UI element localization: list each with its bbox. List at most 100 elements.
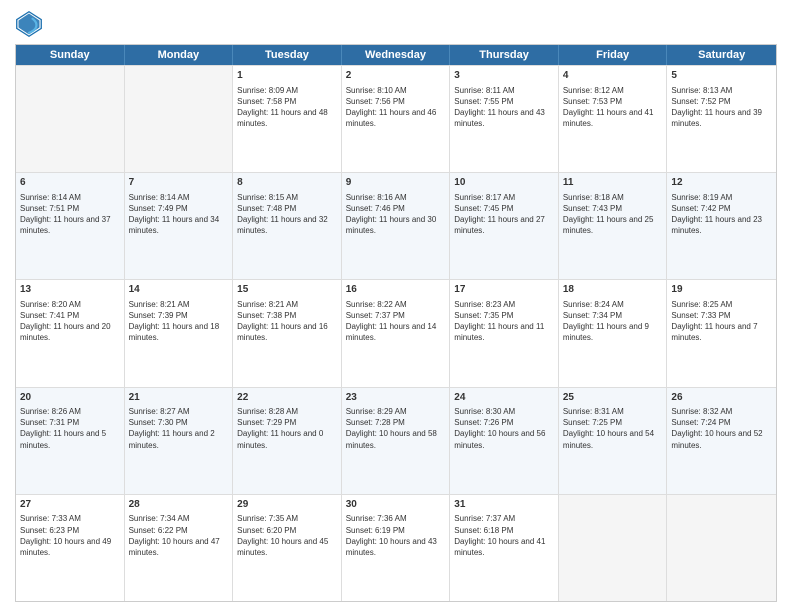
day-info: Sunrise: 8:32 AM Sunset: 7:24 PM Dayligh… [671,406,772,451]
day-cell-2: 2 Sunrise: 8:10 AM Sunset: 7:56 PM Daylig… [342,66,451,172]
day-cell-3: 3 Sunrise: 8:11 AM Sunset: 7:55 PM Daylig… [450,66,559,172]
day-number: 27 [20,498,120,512]
day-cell-29: 29Sunrise: 7:35 AM Sunset: 6:20 PM Dayli… [233,495,342,601]
day-info: Sunrise: 8:26 AM Sunset: 7:31 PM Dayligh… [20,406,120,451]
day-number: 29 [237,498,337,512]
header-day-saturday: Saturday [667,45,776,65]
day-cell-24: 24Sunrise: 8:30 AM Sunset: 7:26 PM Dayli… [450,388,559,494]
day-number: 21 [129,391,229,405]
day-info: Sunrise: 8:25 AM Sunset: 7:33 PM Dayligh… [671,299,772,344]
calendar-row-2: 13Sunrise: 8:20 AM Sunset: 7:41 PM Dayli… [16,279,776,386]
day-number: 24 [454,391,554,405]
day-cell-22: 22Sunrise: 8:28 AM Sunset: 7:29 PM Dayli… [233,388,342,494]
day-info: Sunrise: 8:16 AM Sunset: 7:46 PM Dayligh… [346,192,446,237]
header-day-wednesday: Wednesday [342,45,451,65]
day-cell-7: 7 Sunrise: 8:14 AM Sunset: 7:49 PM Daylig… [125,173,234,279]
day-cell-14: 14 Sunrise: 8:21 AM Sunset: 7:39 PM Dayli… [125,280,234,386]
day-info: Sunrise: 8:19 AM Sunset: 7:42 PM Dayligh… [671,192,772,237]
day-cell-9: 9 Sunrise: 8:16 AM Sunset: 7:46 PM Daylig… [342,173,451,279]
day-cell-30: 30Sunrise: 7:36 AM Sunset: 6:19 PM Dayli… [342,495,451,601]
day-info: Sunrise: 8:22 AM Sunset: 7:37 PM Dayligh… [346,299,446,344]
day-number: 9 [346,176,446,190]
day-number: 3 [454,69,554,83]
day-info: Sunrise: 7:35 AM Sunset: 6:20 PM Dayligh… [237,513,337,558]
day-info: Sunrise: 8:31 AM Sunset: 7:25 PM Dayligh… [563,406,663,451]
day-number: 7 [129,176,229,190]
day-number: 1 [237,69,337,83]
empty-cell [559,495,668,601]
header [15,10,777,38]
day-info: Sunrise: 8:21 AM Sunset: 7:39 PM Dayligh… [129,299,229,344]
day-cell-25: 25Sunrise: 8:31 AM Sunset: 7:25 PM Dayli… [559,388,668,494]
logo [15,10,47,38]
day-info: Sunrise: 8:17 AM Sunset: 7:45 PM Dayligh… [454,192,554,237]
page: SundayMondayTuesdayWednesdayThursdayFrid… [0,0,792,612]
header-day-friday: Friday [559,45,668,65]
day-cell-18: 18 Sunrise: 8:24 AM Sunset: 7:34 PM Dayli… [559,280,668,386]
day-number: 16 [346,283,446,297]
day-info: Sunrise: 8:14 AM Sunset: 7:51 PM Dayligh… [20,192,120,237]
day-number: 12 [671,176,772,190]
day-number: 22 [237,391,337,405]
day-info: Sunrise: 8:12 AM Sunset: 7:53 PM Dayligh… [563,85,663,130]
header-day-thursday: Thursday [450,45,559,65]
day-number: 23 [346,391,446,405]
empty-cell [667,495,776,601]
calendar-row-4: 27Sunrise: 7:33 AM Sunset: 6:23 PM Dayli… [16,494,776,601]
day-cell-28: 28Sunrise: 7:34 AM Sunset: 6:22 PM Dayli… [125,495,234,601]
logo-icon [15,10,43,38]
day-cell-11: 11 Sunrise: 8:18 AM Sunset: 7:43 PM Dayli… [559,173,668,279]
header-day-sunday: Sunday [16,45,125,65]
day-cell-6: 6 Sunrise: 8:14 AM Sunset: 7:51 PM Daylig… [16,173,125,279]
day-cell-16: 16 Sunrise: 8:22 AM Sunset: 7:37 PM Dayli… [342,280,451,386]
day-info: Sunrise: 8:24 AM Sunset: 7:34 PM Dayligh… [563,299,663,344]
day-number: 5 [671,69,772,83]
header-day-tuesday: Tuesday [233,45,342,65]
day-cell-8: 8 Sunrise: 8:15 AM Sunset: 7:48 PM Daylig… [233,173,342,279]
day-cell-26: 26Sunrise: 8:32 AM Sunset: 7:24 PM Dayli… [667,388,776,494]
day-info: Sunrise: 7:36 AM Sunset: 6:19 PM Dayligh… [346,513,446,558]
calendar-header: SundayMondayTuesdayWednesdayThursdayFrid… [16,45,776,65]
day-number: 2 [346,69,446,83]
day-info: Sunrise: 8:13 AM Sunset: 7:52 PM Dayligh… [671,85,772,130]
calendar-row-0: 1 Sunrise: 8:09 AM Sunset: 7:58 PM Daylig… [16,65,776,172]
calendar-row-1: 6 Sunrise: 8:14 AM Sunset: 7:51 PM Daylig… [16,172,776,279]
day-number: 14 [129,283,229,297]
day-number: 30 [346,498,446,512]
day-number: 10 [454,176,554,190]
day-number: 19 [671,283,772,297]
empty-cell [125,66,234,172]
day-cell-4: 4 Sunrise: 8:12 AM Sunset: 7:53 PM Daylig… [559,66,668,172]
day-number: 4 [563,69,663,83]
day-number: 8 [237,176,337,190]
day-cell-17: 17Sunrise: 8:23 AM Sunset: 7:35 PM Dayli… [450,280,559,386]
day-info: Sunrise: 8:14 AM Sunset: 7:49 PM Dayligh… [129,192,229,237]
day-number: 28 [129,498,229,512]
day-info: Sunrise: 8:11 AM Sunset: 7:55 PM Dayligh… [454,85,554,130]
day-cell-21: 21Sunrise: 8:27 AM Sunset: 7:30 PM Dayli… [125,388,234,494]
day-number: 13 [20,283,120,297]
day-info: Sunrise: 7:33 AM Sunset: 6:23 PM Dayligh… [20,513,120,558]
day-number: 18 [563,283,663,297]
day-number: 26 [671,391,772,405]
day-info: Sunrise: 8:09 AM Sunset: 7:58 PM Dayligh… [237,85,337,130]
day-number: 6 [20,176,120,190]
day-number: 11 [563,176,663,190]
day-info: Sunrise: 8:10 AM Sunset: 7:56 PM Dayligh… [346,85,446,130]
day-info: Sunrise: 8:18 AM Sunset: 7:43 PM Dayligh… [563,192,663,237]
day-cell-1: 1 Sunrise: 8:09 AM Sunset: 7:58 PM Daylig… [233,66,342,172]
day-cell-31: 31Sunrise: 7:37 AM Sunset: 6:18 PM Dayli… [450,495,559,601]
day-info: Sunrise: 8:28 AM Sunset: 7:29 PM Dayligh… [237,406,337,451]
day-cell-19: 19 Sunrise: 8:25 AM Sunset: 7:33 PM Dayli… [667,280,776,386]
day-number: 17 [454,283,554,297]
day-cell-12: 12 Sunrise: 8:19 AM Sunset: 7:42 PM Dayli… [667,173,776,279]
day-cell-20: 20Sunrise: 8:26 AM Sunset: 7:31 PM Dayli… [16,388,125,494]
day-info: Sunrise: 8:15 AM Sunset: 7:48 PM Dayligh… [237,192,337,237]
day-info: Sunrise: 8:29 AM Sunset: 7:28 PM Dayligh… [346,406,446,451]
day-cell-15: 15Sunrise: 8:21 AM Sunset: 7:38 PM Dayli… [233,280,342,386]
header-day-monday: Monday [125,45,234,65]
empty-cell [16,66,125,172]
day-cell-27: 27Sunrise: 7:33 AM Sunset: 6:23 PM Dayli… [16,495,125,601]
day-number: 20 [20,391,120,405]
day-cell-5: 5 Sunrise: 8:13 AM Sunset: 7:52 PM Daylig… [667,66,776,172]
